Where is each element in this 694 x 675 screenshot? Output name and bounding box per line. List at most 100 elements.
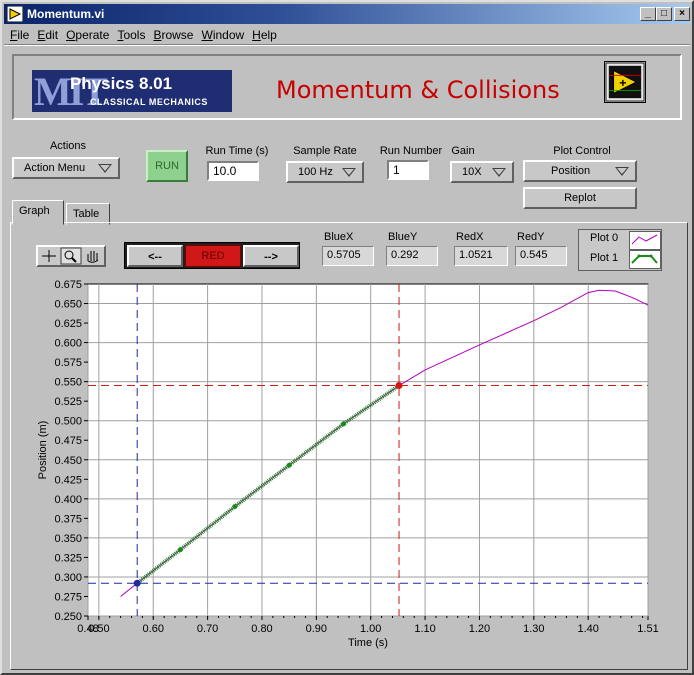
minimize-button[interactable]: _ — [640, 7, 656, 21]
labview-window: Momentum.vi _ □ × File Edit Operate Tools Br… — [0, 0, 694, 675]
actions-dropdown-value: Action Menu — [24, 162, 86, 174]
y-tick-label: 0.625 — [54, 318, 82, 330]
blue-x-label: BlueX — [324, 231, 354, 243]
series-point-plot1 — [177, 547, 183, 553]
y-tick-label: 0.250 — [54, 611, 82, 623]
series-point-plot1 — [286, 462, 292, 468]
zoom-tool-icon[interactable] — [60, 247, 82, 265]
series-point-plot1 — [232, 504, 238, 510]
run-time-input[interactable]: 10.0 — [207, 161, 259, 181]
y-axis-label: Position (m) — [37, 421, 49, 480]
run-number-input[interactable]: 1 — [387, 160, 429, 180]
run-time-label: Run Time (s) — [205, 145, 269, 157]
y-tick-label: 0.675 — [54, 279, 82, 291]
menu-item-edit[interactable]: Edit — [33, 26, 62, 42]
x-tick-label: 0.60 — [143, 623, 164, 635]
x-tick-label: 1.40 — [577, 623, 598, 635]
run-button[interactable]: RUN — [146, 150, 188, 182]
menu-item-browse[interactable]: Browse — [149, 26, 197, 42]
y-tick-label: 0.600 — [54, 338, 82, 350]
legend-swatches — [629, 231, 661, 269]
y-tick-label: 0.375 — [54, 513, 82, 525]
chevron-down-icon — [492, 168, 506, 177]
x-tick-label: 1.51 — [637, 623, 658, 635]
logo-subtitle-text: CLASSICAL MECHANICS — [90, 97, 208, 107]
x-tick-label: 1.10 — [414, 623, 435, 635]
logo-course-text: Physics 8.01 — [70, 74, 173, 93]
red-x-label: RedX — [456, 231, 484, 243]
y-tick-label: 0.550 — [54, 377, 82, 389]
svg-text:+: + — [619, 76, 626, 90]
legend-label-plot1: Plot 1 — [590, 252, 619, 264]
x-axis-label: Time (s) — [348, 637, 388, 649]
maximize-button[interactable]: □ — [656, 7, 672, 21]
y-tick-label: 0.400 — [54, 494, 82, 506]
replot-button[interactable]: Replot — [523, 187, 637, 209]
position-chart[interactable]: 0.480.50 0.60 0.70 0.80 0.90 1.00 1.10 1.20 1.30… — [2, 272, 692, 672]
menu-item-file[interactable]: File — [6, 26, 33, 42]
sample-rate-dropdown[interactable]: 100 Hz — [286, 161, 364, 183]
tab-graph[interactable]: Graph — [12, 200, 64, 225]
y-tick-label: 0.450 — [54, 455, 82, 467]
chevron-down-icon — [615, 167, 629, 176]
x-tick-label: 0.50 — [88, 623, 109, 635]
plot-legend: Plot 0 Plot 1 — [578, 229, 662, 271]
run-number-label: Run Number — [379, 145, 443, 157]
y-tick-label: 0.275 — [54, 591, 82, 603]
blue-y-label: BlueY — [388, 231, 418, 243]
x-tick-label: 1.00 — [360, 623, 381, 635]
blue-x-readout: 0.5705 — [322, 246, 374, 266]
close-button[interactable]: × — [674, 7, 690, 21]
red-y-readout: 0.545 — [515, 246, 567, 266]
plot-control-value: Position — [551, 165, 591, 177]
x-tick-label: 1.30 — [523, 623, 544, 635]
crosshair-cursor-tool-icon[interactable] — [39, 248, 59, 264]
chevron-down-icon — [342, 168, 356, 177]
actions-label: Actions — [49, 140, 87, 152]
menu-item-tools[interactable]: Tools — [113, 26, 149, 42]
legend-label-plot0: Plot 0 — [590, 232, 619, 244]
page-title: Momentum & Collisions — [276, 76, 560, 104]
header-banner: MIT Physics 8.01 CLASSICAL MECHANICS Mom… — [12, 54, 682, 120]
blue-y-readout: 0.292 — [386, 246, 438, 266]
y-tick-label: 0.650 — [54, 299, 82, 311]
menu-divider — [4, 44, 690, 46]
chevron-down-icon — [98, 164, 112, 173]
menu-item-window[interactable]: Window — [197, 26, 248, 42]
hand-pan-tool-icon[interactable] — [83, 248, 103, 264]
menu-bar: File Edit Operate Tools Browse Window Help — [6, 26, 281, 44]
gain-dropdown[interactable]: 10X — [450, 161, 514, 183]
cursor-navigator: <-- RED --> — [124, 242, 300, 269]
x-tick-label: 0.70 — [197, 623, 218, 635]
red-cursor-marker[interactable] — [395, 382, 403, 390]
x-tick-label: 0.80 — [251, 623, 272, 635]
vi-window-icon — [7, 6, 23, 22]
cursor-prev-button[interactable]: <-- — [127, 245, 183, 267]
gain-value: 10X — [462, 166, 482, 178]
blue-cursor-marker[interactable] — [133, 579, 141, 587]
active-cursor-indicator[interactable]: RED — [185, 245, 241, 267]
red-y-label: RedY — [517, 231, 545, 243]
y-tick-label: 0.350 — [54, 533, 82, 545]
gain-label: Gain — [451, 145, 475, 157]
sample-rate-value: 100 Hz — [298, 166, 333, 178]
plot-area[interactable] — [87, 283, 649, 617]
vi-icon: + — [604, 61, 646, 103]
y-tick-label: 0.500 — [54, 416, 82, 428]
series-point-plot1 — [341, 421, 347, 427]
title-bar[interactable]: Momentum.vi _ □ × — [4, 4, 690, 24]
red-x-readout: 1.0521 — [454, 246, 508, 266]
y-tick-label: 0.325 — [54, 552, 82, 564]
mit-physics-logo: MIT Physics 8.01 CLASSICAL MECHANICS — [32, 70, 232, 112]
actions-dropdown[interactable]: Action Menu — [12, 157, 120, 179]
menu-item-operate[interactable]: Operate — [62, 26, 113, 42]
plot-control-label: Plot Control — [553, 145, 611, 157]
y-tick-label: 0.475 — [54, 435, 82, 447]
cursor-next-button[interactable]: --> — [243, 245, 299, 267]
sample-rate-label: Sample Rate — [293, 145, 357, 157]
plot-control-dropdown[interactable]: Position — [523, 160, 637, 182]
y-tick-label: 0.425 — [54, 474, 82, 486]
x-tick-label: 0.90 — [306, 623, 327, 635]
graph-tool-palette — [36, 245, 106, 267]
menu-item-help[interactable]: Help — [248, 26, 281, 42]
